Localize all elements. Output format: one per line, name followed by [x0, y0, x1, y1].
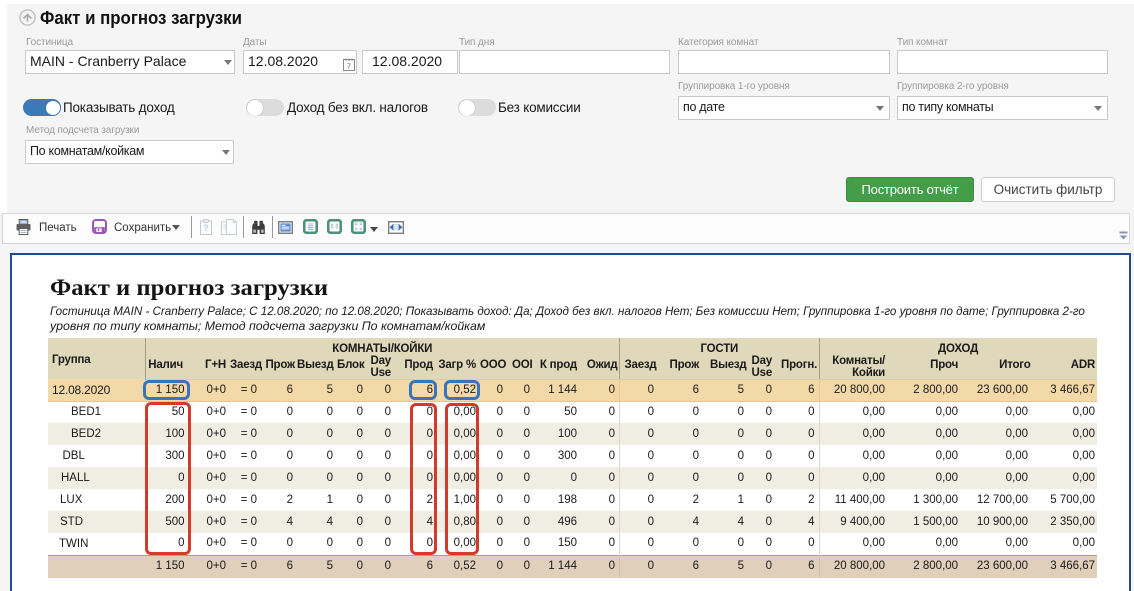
svg-text:?: ?	[203, 223, 209, 233]
svg-text:7: 7	[347, 64, 351, 71]
